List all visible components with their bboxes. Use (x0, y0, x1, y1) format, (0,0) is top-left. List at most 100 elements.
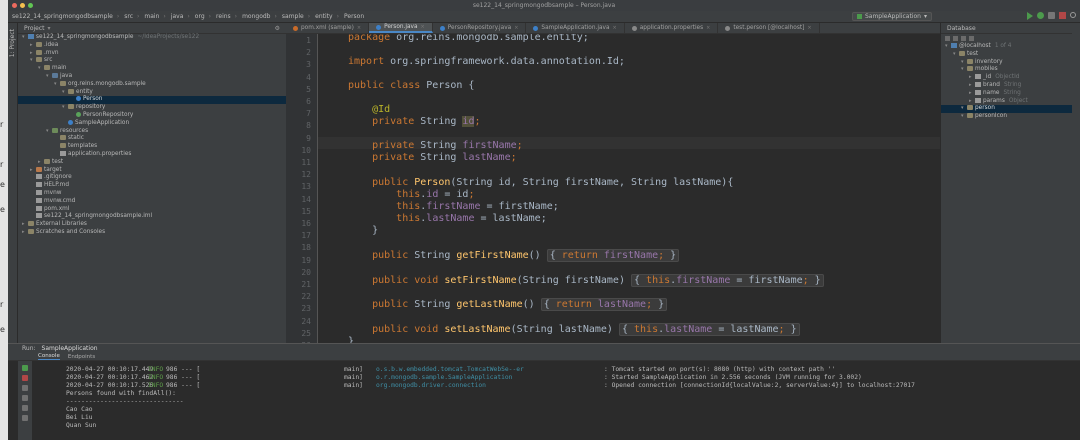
breadcrumb-item[interactable]: sample › (282, 13, 310, 20)
breadcrumb-label: se122_14_springmongodbsample (12, 13, 113, 20)
project-tree-item[interactable]: templates (18, 143, 286, 151)
database-tree-item[interactable]: ▾ personIcon (941, 113, 1072, 121)
debug-icon[interactable] (1037, 12, 1044, 19)
project-tree-item[interactable]: ▸ .mvn (18, 49, 286, 58)
console-output[interactable]: 2020-04-27 00:10:17.449 INFO 986 --- [main… (66, 366, 1080, 440)
project-tree-item[interactable]: application.properties (18, 150, 286, 159)
breadcrumb-separator-icon: › (163, 13, 166, 20)
close-tab-icon[interactable]: × (514, 25, 518, 31)
project-panel-header[interactable]: Project ▾ ⚙ (18, 23, 286, 34)
refresh-icon[interactable] (953, 36, 958, 41)
database-tree-label: test (967, 50, 979, 57)
project-tool-tab[interactable]: 1: Project (9, 29, 16, 57)
project-tree-item[interactable]: HELP.md (18, 182, 286, 190)
editor-tab[interactable]: Person.java × (369, 23, 433, 33)
breadcrumb-item[interactable]: entity › (315, 13, 339, 20)
database-tree-item[interactable]: ▾ mobiles (941, 66, 1072, 74)
gear-icon[interactable]: ⚙ (275, 25, 280, 32)
database-tree-item[interactable]: ▾ inventory (941, 58, 1072, 67)
run-icon[interactable] (1027, 12, 1033, 20)
line-number: 21 (301, 280, 311, 289)
breadcrumb-separator-icon: › (336, 13, 339, 20)
database-panel-header[interactable]: Database (941, 23, 1072, 34)
log-ts: 2020-04-27 00:10:17.526 (66, 382, 154, 389)
editor-tab[interactable]: application.properties × (625, 23, 719, 33)
project-tree-label: PersonRepository (83, 111, 134, 118)
project-tree-item[interactable]: ▾ main (18, 65, 286, 73)
project-tree-item[interactable]: ▸ Scratches and Consoles (18, 228, 286, 237)
project-tree-item[interactable]: ▾ repository (18, 104, 286, 112)
print-icon[interactable] (22, 405, 28, 411)
breadcrumb-item[interactable]: java › (171, 13, 190, 20)
project-tree-item[interactable]: PersonRepository (18, 111, 286, 120)
project-tree-item[interactable]: .gitignore (18, 174, 286, 182)
project-tree-item[interactable]: ▾ org.reins.mongodb.sample (18, 80, 286, 89)
breadcrumb-item[interactable]: Person (344, 13, 364, 20)
editor-tab[interactable]: test.person [@localhost] × (718, 23, 820, 33)
breadcrumb-label: org (194, 13, 205, 20)
project-tree-item[interactable]: ▸ test (18, 158, 286, 167)
database-tree-item[interactable]: ▾ person (941, 105, 1072, 114)
project-tree-item[interactable]: static (18, 135, 286, 143)
close-tab-icon[interactable]: × (421, 24, 425, 30)
project-tree-item[interactable]: SampleApplication (18, 119, 286, 128)
add-icon[interactable] (945, 36, 950, 41)
project-tree-hint: ~/IdeaProjects/se122 (137, 34, 200, 40)
project-tree-item[interactable]: pom.xml (18, 205, 286, 214)
close-tab-icon[interactable]: × (706, 25, 710, 31)
breadcrumb-item[interactable]: se122_14_springmongodbsample › (12, 13, 119, 20)
run-config-tab[interactable]: SampleApplication (42, 345, 98, 352)
stop-icon[interactable] (1059, 12, 1066, 19)
breadcrumb-item[interactable]: main › (144, 13, 165, 20)
project-tree-item[interactable]: mvnw.cmd (18, 197, 286, 206)
run-config-icon (856, 14, 862, 19)
log-pid: 986 --- [ (166, 382, 201, 389)
stop-icon[interactable] (22, 375, 28, 381)
project-tree-item[interactable]: ▸ External Libraries (18, 221, 286, 229)
project-tree-item[interactable]: ▾ entity (18, 88, 286, 97)
database-tree-item[interactable]: ▸ name String (941, 89, 1072, 98)
project-tree-item[interactable]: se122_14_springmongodbsample.iml (18, 213, 286, 221)
project-tree-item[interactable]: ▸ .idea (18, 41, 286, 50)
close-tab-icon[interactable]: × (613, 25, 617, 31)
database-tree-item[interactable]: ▸ _id ObjectId (941, 74, 1072, 82)
search-icon[interactable] (1070, 12, 1076, 18)
project-tree-item[interactable]: Person (18, 96, 286, 105)
project-tree-item[interactable]: mvnw (18, 189, 286, 198)
project-tree-item[interactable]: ▸ target (18, 166, 286, 175)
table-icon[interactable] (969, 36, 974, 41)
source-folder-icon (52, 72, 58, 78)
log-ts: 2020-04-27 00:10:17.462 (66, 374, 154, 381)
breadcrumb-item[interactable]: reins › (216, 13, 237, 20)
database-tree-item[interactable]: ▸ params Object (941, 97, 1072, 106)
breadcrumb: se122_14_springmongodbsample › src › main › ja… (12, 13, 369, 20)
breadcrumb-item[interactable]: mongodb › (242, 13, 277, 20)
rerun-icon[interactable] (22, 365, 28, 371)
scroll-to-end-icon[interactable] (22, 395, 28, 401)
code-editor[interactable]: package org.reins.mongodb.sample.entity;… (318, 34, 940, 343)
breadcrumb-item[interactable]: src › (124, 13, 139, 20)
project-tree-item[interactable]: ▾ src (18, 57, 286, 65)
run-configuration-select[interactable]: SampleApplication ▾ (851, 12, 932, 21)
project-tree-item[interactable]: ▾ se122_14_springmongodbsample ~/IdeaProje… (18, 34, 286, 42)
column-icon (975, 81, 981, 87)
breadcrumb-item[interactable]: org › (195, 13, 211, 20)
database-tree-item[interactable]: ▾ test (941, 50, 1072, 59)
database-tree-item[interactable]: ▸ brand String (941, 81, 1072, 90)
close-tab-icon[interactable]: × (807, 25, 811, 31)
editor-tab[interactable]: SampleApplication.java × (526, 23, 625, 33)
run-subtab[interactable]: Console (38, 353, 60, 360)
file-icon (60, 150, 66, 156)
breadcrumb-separator-icon: › (137, 13, 140, 20)
project-tree-item[interactable]: ▾ java (18, 72, 286, 81)
editor-tab[interactable]: PersonRepository.java × (433, 23, 527, 33)
close-tab-icon[interactable]: × (357, 25, 361, 31)
editor-tab[interactable]: pom.xml (sample) × (286, 23, 370, 33)
run-subtab[interactable]: Endpoints (68, 354, 95, 360)
coverage-icon[interactable] (1048, 12, 1055, 19)
trash-icon[interactable] (22, 415, 28, 421)
project-tree-item[interactable]: ▾ resources (18, 127, 286, 136)
database-tree-item[interactable]: ▾ @localhost 1 of 4 (941, 43, 1072, 51)
pause-icon[interactable] (22, 385, 28, 391)
filter-icon[interactable] (961, 36, 966, 41)
